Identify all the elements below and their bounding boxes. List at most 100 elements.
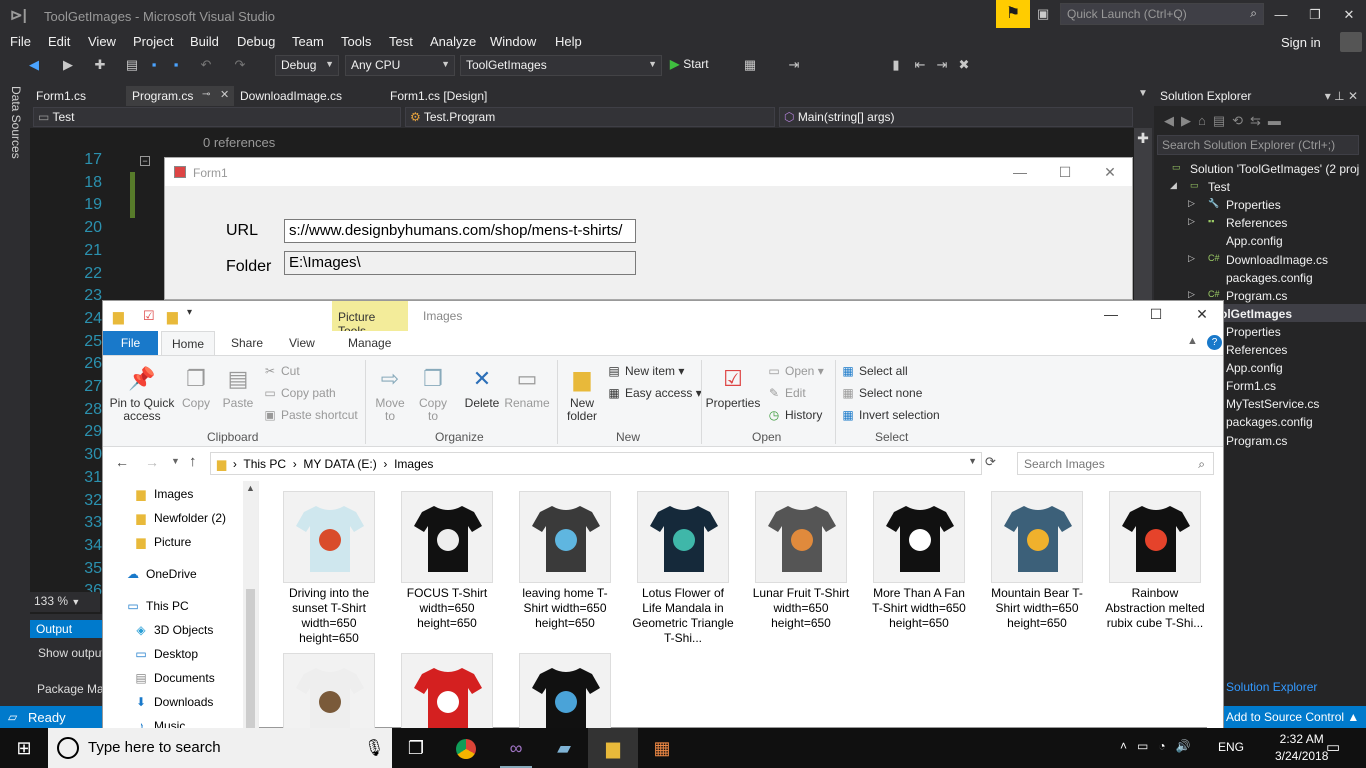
copy-path-button[interactable]: ▭ Copy path (263, 386, 335, 400)
forward-arrow-icon[interactable]: → (145, 454, 159, 470)
nav-item-5[interactable]: ◈ 3D Objects (133, 623, 213, 637)
scroll-thumb[interactable] (246, 589, 255, 729)
form1-minimize-button[interactable]: — (1005, 164, 1035, 180)
breadcrumb-this-pc[interactable]: This PC (243, 457, 286, 471)
save-all-icon[interactable]: ▪ (168, 57, 184, 73)
close-tab-icon[interactable]: ✕ (220, 88, 229, 101)
solution-tree-item[interactable]: ▭ Solution 'ToolGetImages' (2 proj (1172, 162, 1359, 176)
up-arrow-icon[interactable]: ↑ (189, 453, 197, 470)
folder-input[interactable]: E:\Images\ (284, 251, 636, 275)
new-project-icon[interactable]: ✚ (92, 57, 108, 73)
chevron-down-icon[interactable]: ▼ (968, 456, 977, 466)
cut-button[interactable]: ✂ Cut (263, 364, 300, 378)
tab-view[interactable]: View (279, 331, 325, 355)
pin-quick-access-button[interactable]: 📌 Pin to Quick access (109, 364, 175, 423)
properties-quick-icon[interactable]: ☑ (143, 308, 155, 324)
solution-explorer-toolbar[interactable]: ◀▶⌂▤⟲⇆▬ (1164, 113, 1288, 129)
close-button[interactable]: ✕ (1334, 4, 1364, 26)
open-file-icon[interactable]: ▤ (124, 57, 140, 73)
breadcrumb-drive[interactable]: MY DATA (E:) (303, 457, 376, 471)
feedback-flag-icon[interactable]: ⚑ (996, 0, 1030, 28)
select-all-button[interactable]: ▦ Select all (841, 364, 907, 378)
maximize-button[interactable]: ❐ (1300, 4, 1330, 26)
navigation-scrollbar[interactable]: ▲ (243, 481, 258, 729)
menu-debug[interactable]: Debug (237, 34, 275, 49)
class-nav-select[interactable]: ⚙ Test.Program (405, 107, 775, 127)
solution-tree-item[interactable]: MyTestService.cs (1226, 397, 1319, 411)
menu-analyze[interactable]: Analyze (430, 34, 476, 49)
solution-tree-item[interactable]: ▷ C# Program.cs (1188, 289, 1287, 303)
bookmark-next-icon[interactable]: ⇥ (934, 57, 950, 73)
data-sources-tab[interactable]: Data Sources (9, 86, 23, 159)
start-button[interactable]: ▶ Start (670, 57, 709, 71)
tab-0[interactable]: Form1.cs (30, 86, 92, 106)
solution-explorer-tab[interactable]: Solution Explorer (1226, 680, 1317, 694)
expand-arrow-icon[interactable]: ▷ (1188, 253, 1195, 264)
menu-team[interactable]: Team (292, 34, 324, 49)
paste-shortcut-button[interactable]: ▣ Paste shortcut (263, 408, 357, 422)
solution-tree-item[interactable]: packages.config (1226, 415, 1313, 429)
clear-bookmarks-icon[interactable]: ✖ (956, 57, 972, 73)
delete-button[interactable]: ✕ Delete (461, 364, 503, 410)
solution-tree-item[interactable]: App.config (1226, 361, 1283, 375)
microphone-icon[interactable]: 🎙 (364, 738, 384, 758)
account-avatar[interactable] (1340, 32, 1362, 52)
properties-button[interactable]: ☑ Properties (705, 364, 761, 410)
solution-tree-item[interactable]: Form1.cs (1226, 379, 1276, 393)
solution-config-select[interactable]: Debug ▼ (275, 55, 339, 76)
step-icon[interactable]: ⇥ (786, 57, 802, 73)
package-manager-tab[interactable]: Package Ma (37, 682, 104, 696)
collapse-icon[interactable]: − (140, 156, 150, 166)
solution-tree-item[interactable]: Properties (1226, 325, 1281, 339)
back-arrow-icon[interactable]: ← (115, 454, 129, 470)
tab-1[interactable]: Program.cs (126, 86, 199, 106)
bookmark-prev-icon[interactable]: ⇤ (912, 57, 928, 73)
expand-arrow-icon[interactable]: ▷ (1188, 198, 1195, 209)
customize-toolbar-icon[interactable]: ▾ (187, 307, 192, 318)
solution-explorer-search[interactable]: Search Solution Explorer (Ctrl+;) (1157, 135, 1359, 155)
tab-overflow-icon[interactable]: ▼ (1138, 88, 1148, 99)
nav-item-8[interactable]: ⬇ Downloads (133, 695, 213, 709)
address-bar[interactable]: ▆ › This PC › MY DATA (E:) › Images ▼ (210, 452, 982, 475)
menu-tools[interactable]: Tools (341, 34, 371, 49)
app-window-icon[interactable]: ▦ (650, 736, 674, 760)
chevron-up-icon[interactable]: ▲ (246, 483, 255, 493)
solution-tree-item[interactable]: packages.config (1226, 271, 1313, 285)
solution-tree-item[interactable]: olGetImages (1220, 307, 1292, 321)
windows-start-icon[interactable]: ⊞ (12, 736, 36, 760)
split-icon[interactable]: ✚ (1134, 130, 1152, 147)
new-folder-quick-icon[interactable]: ▆ (167, 308, 178, 325)
codelens-references[interactable]: 0 references (203, 135, 275, 150)
solution-tree-item[interactable]: Program.cs (1226, 434, 1287, 448)
tab-manage[interactable]: Manage (338, 331, 401, 355)
image-thumbnail[interactable] (755, 491, 847, 583)
expand-arrow-icon[interactable]: ▷ (1188, 289, 1195, 300)
solution-tree-item[interactable]: References (1226, 343, 1287, 357)
easy-access-button[interactable]: ▦ Easy access ▾ (607, 386, 701, 400)
nav-item-2[interactable]: ▆ Picture (133, 535, 191, 549)
explorer-maximize-button[interactable]: ☐ (1141, 306, 1171, 323)
image-thumbnail[interactable] (873, 491, 965, 583)
system-tray-icons[interactable]: ˄▭◔🔊 (1120, 739, 1201, 753)
task-view-icon[interactable]: ❐ (404, 736, 428, 760)
attach-icon[interactable]: ▦ (742, 57, 758, 73)
content-scrollbar[interactable] (1207, 481, 1223, 729)
chrome-icon[interactable] (454, 736, 478, 760)
nav-item-7[interactable]: ▤ Documents (133, 671, 214, 685)
collapse-ribbon-icon[interactable]: ▲ (1187, 335, 1198, 347)
back-icon[interactable]: ◀ (26, 57, 42, 73)
quick-launch-input[interactable]: Quick Launch (Ctrl+Q) ⌕ (1060, 3, 1264, 25)
solution-tree-item[interactable]: ▷ ▪▪ References (1188, 216, 1287, 230)
menu-help[interactable]: Help (555, 34, 582, 49)
taskbar-search[interactable]: Type here to search (48, 728, 392, 768)
solution-tree-item[interactable]: App.config (1226, 234, 1283, 248)
expand-arrow-icon[interactable]: ▷ (1188, 216, 1195, 227)
tab-share[interactable]: Share (221, 331, 273, 355)
forward-icon[interactable]: ▶ (60, 57, 76, 73)
invert-selection-button[interactable]: ▦ Invert selection (841, 408, 939, 422)
image-thumbnail[interactable] (991, 491, 1083, 583)
edit-button[interactable]: ✎ Edit (767, 386, 806, 400)
solution-tree-item[interactable]: ▷ C# DownloadImage.cs (1188, 253, 1328, 267)
tab-3[interactable]: Form1.cs [Design] (384, 86, 493, 106)
tab-2[interactable]: DownloadImage.cs (234, 86, 348, 106)
